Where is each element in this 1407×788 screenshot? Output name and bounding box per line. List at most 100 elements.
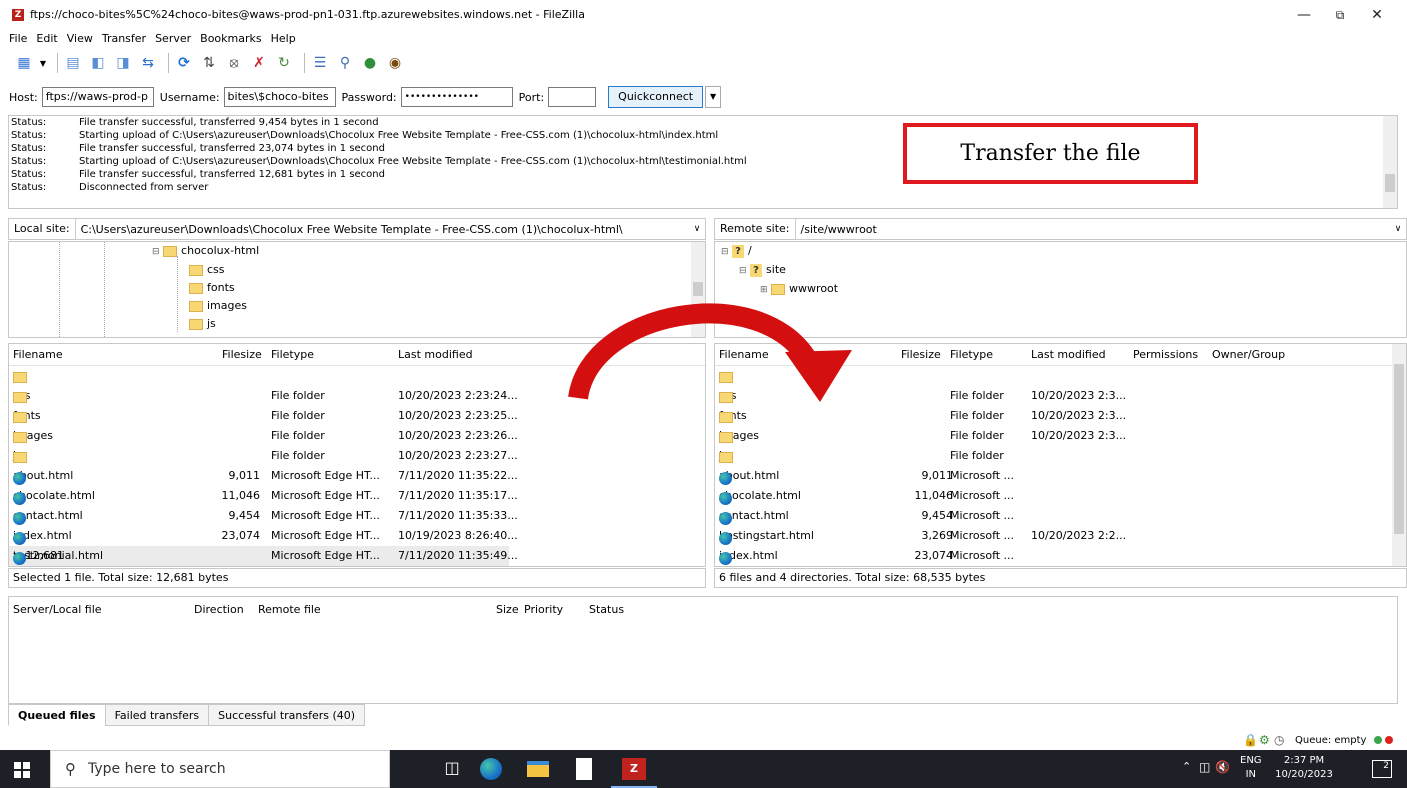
file-row[interactable]: chocolate.html 11,046 Microsoft Edge HT...…: [9, 486, 705, 506]
toggle-remote-tree-icon[interactable]: ◨: [113, 54, 133, 72]
tree-item-fonts[interactable]: fonts: [189, 279, 235, 297]
column-priority[interactable]: Priority: [524, 603, 563, 616]
windows-start-icon[interactable]: [14, 762, 30, 778]
column-filesize[interactable]: Filesize: [901, 348, 941, 361]
file-type: Microsoft Edge HT...: [271, 529, 380, 542]
menu-file[interactable]: File: [9, 30, 27, 48]
column-direction[interactable]: Direction: [194, 603, 244, 616]
password-input[interactable]: ••••••••••••••: [400, 87, 513, 107]
minimize-button[interactable]: —: [1289, 4, 1319, 26]
toggle-queue-icon[interactable]: ⇆: [138, 54, 158, 72]
column-last-modified[interactable]: Last modified: [398, 348, 473, 361]
column-filename[interactable]: Filename: [13, 348, 63, 361]
file-row[interactable]: js File folder 10/20/2023 2:23:27...: [9, 446, 705, 466]
quickconnect-button[interactable]: Quickconnect: [608, 86, 704, 108]
quickconnect-dropdown-chevron-icon[interactable]: ▼: [705, 86, 722, 108]
tray-chevron-icon[interactable]: ⌃: [1182, 760, 1191, 773]
file-row[interactable]: chocolate.html 11,046 Microsoft ...: [715, 486, 1406, 506]
local-site-path[interactable]: C:\Users\azureuser\Downloads\Chocolux Fr…: [76, 223, 689, 236]
remote-list-scrollbar[interactable]: [1392, 344, 1406, 566]
menu-edit[interactable]: Edit: [36, 30, 57, 48]
file-row[interactable]: about.html 9,011 Microsoft ...: [715, 466, 1406, 486]
log-scrollbar[interactable]: [1383, 116, 1397, 208]
taskbar-search[interactable]: ⚲ Type here to search: [50, 750, 390, 788]
file-row[interactable]: js File folder: [715, 446, 1406, 466]
log-scrollbar-thumb[interactable]: [1385, 174, 1395, 192]
file-row[interactable]: hostingstart.html 3,269 Microsoft ... 10/20…: [715, 526, 1406, 546]
column-filesize[interactable]: Filesize: [222, 348, 262, 361]
menu-help[interactable]: Help: [271, 30, 296, 48]
disconnect-icon[interactable]: ✗: [249, 54, 269, 72]
tree-item-root[interactable]: ⊟ ? /: [721, 242, 752, 261]
folder-icon: [13, 432, 27, 443]
toggle-log-icon[interactable]: ▤: [63, 54, 83, 72]
tree-item-chocolux-html[interactable]: ⊟ chocolux-html: [152, 242, 259, 261]
file-row[interactable]: contact.html 9,454 Microsoft Edge HT... 7/1…: [9, 506, 705, 526]
site-manager-icon[interactable]: ▦: [14, 54, 34, 72]
tree-item-site[interactable]: ⊟ ? site: [739, 261, 786, 280]
tab-queued-files[interactable]: Queued files: [8, 704, 106, 726]
reconnect-icon[interactable]: ↻: [274, 54, 294, 72]
clock[interactable]: 2:37 PM 10/20/2023: [1272, 754, 1336, 782]
tab-successful-transfers[interactable]: Successful transfers (40): [208, 704, 366, 726]
chevron-down-icon[interactable]: ▼: [39, 54, 47, 72]
file-row[interactable]: about.html 9,011 Microsoft Edge HT... 7/11/…: [9, 466, 705, 486]
column-size[interactable]: Size: [496, 603, 519, 616]
host-input[interactable]: ftps://waws-prod-p: [41, 87, 154, 107]
notepad-icon[interactable]: [576, 758, 592, 780]
volume-muted-icon[interactable]: 🔇: [1215, 760, 1230, 774]
network-icon[interactable]: ◫: [1199, 760, 1210, 774]
file-row[interactable]: contact.html 9,454 Microsoft ...: [715, 506, 1406, 526]
filezilla-taskbar-icon[interactable]: Z: [622, 758, 646, 780]
tree-item-js[interactable]: js: [189, 315, 216, 333]
tree-item-images[interactable]: images: [189, 297, 247, 315]
clock-date: 10/20/2023: [1275, 769, 1333, 780]
process-queue-icon[interactable]: ⇅: [199, 54, 219, 72]
lock-icon: 🔒: [1243, 733, 1258, 747]
tree-item-css[interactable]: css: [189, 261, 225, 279]
cancel-icon[interactable]: ⦻: [224, 54, 244, 72]
file-type: File folder: [950, 409, 1004, 422]
column-status[interactable]: Status: [589, 603, 624, 616]
file-row[interactable]: index.html 23,074 Microsoft ...: [715, 546, 1406, 566]
file-explorer-icon[interactable]: [527, 761, 549, 777]
chevron-down-icon[interactable]: ∨: [689, 224, 705, 234]
password-label: Password:: [341, 90, 397, 104]
tab-failed-transfers[interactable]: Failed transfers: [104, 704, 210, 726]
column-server-local-file[interactable]: Server/Local file: [13, 603, 102, 616]
notification-center-icon[interactable]: 2: [1372, 760, 1392, 778]
username-input[interactable]: bites\$choco-bites: [223, 87, 336, 107]
column-filetype[interactable]: Filetype: [950, 348, 993, 361]
find-files-icon[interactable]: ◉: [385, 54, 405, 72]
port-input[interactable]: [548, 87, 597, 107]
column-remote-file[interactable]: Remote file: [258, 603, 321, 616]
restore-button[interactable]: ⧉: [1325, 4, 1355, 26]
column-last-modified[interactable]: Last modified: [1031, 348, 1106, 361]
edge-browser-icon[interactable]: [480, 758, 502, 780]
edge-html-file-icon: [13, 512, 26, 525]
file-row[interactable]: images File folder 10/20/2023 2:3...: [715, 426, 1406, 446]
menu-bookmarks[interactable]: Bookmarks: [200, 30, 261, 48]
remote-site-path[interactable]: /site/wwwroot: [796, 223, 1390, 236]
file-row[interactable]: index.html 23,074 Microsoft Edge HT... 10/1…: [9, 526, 705, 546]
language-indicator[interactable]: ENG IN: [1240, 754, 1262, 782]
menu-server[interactable]: Server: [155, 30, 191, 48]
file-row[interactable]: images File folder 10/20/2023 2:23:26...: [9, 426, 705, 446]
file-modified: 7/11/2020 11:35:17...: [398, 489, 518, 502]
chevron-down-icon[interactable]: ∨: [1390, 224, 1406, 234]
column-permissions[interactable]: Permissions: [1133, 348, 1198, 361]
refresh-icon[interactable]: ⟳: [174, 54, 194, 72]
menu-transfer[interactable]: Transfer: [102, 30, 146, 48]
file-row[interactable]: testimonial.html 12,681 Microsoft Edge HT.…: [9, 546, 518, 566]
column-owner-group[interactable]: Owner/Group: [1212, 348, 1285, 361]
column-filetype[interactable]: Filetype: [271, 348, 314, 361]
filter-icon[interactable]: ☰: [310, 54, 330, 72]
toggle-local-tree-icon[interactable]: ◧: [88, 54, 108, 72]
task-view-icon[interactable]: ◫: [440, 758, 464, 780]
compare-icon[interactable]: ●: [360, 54, 380, 72]
menu-view[interactable]: View: [67, 30, 93, 48]
close-button[interactable]: ✕: [1362, 4, 1392, 26]
search-remote-icon[interactable]: ⚲: [335, 54, 355, 72]
remote-site-label: Remote site:: [715, 219, 796, 239]
scrollbar-thumb[interactable]: [1394, 364, 1404, 534]
